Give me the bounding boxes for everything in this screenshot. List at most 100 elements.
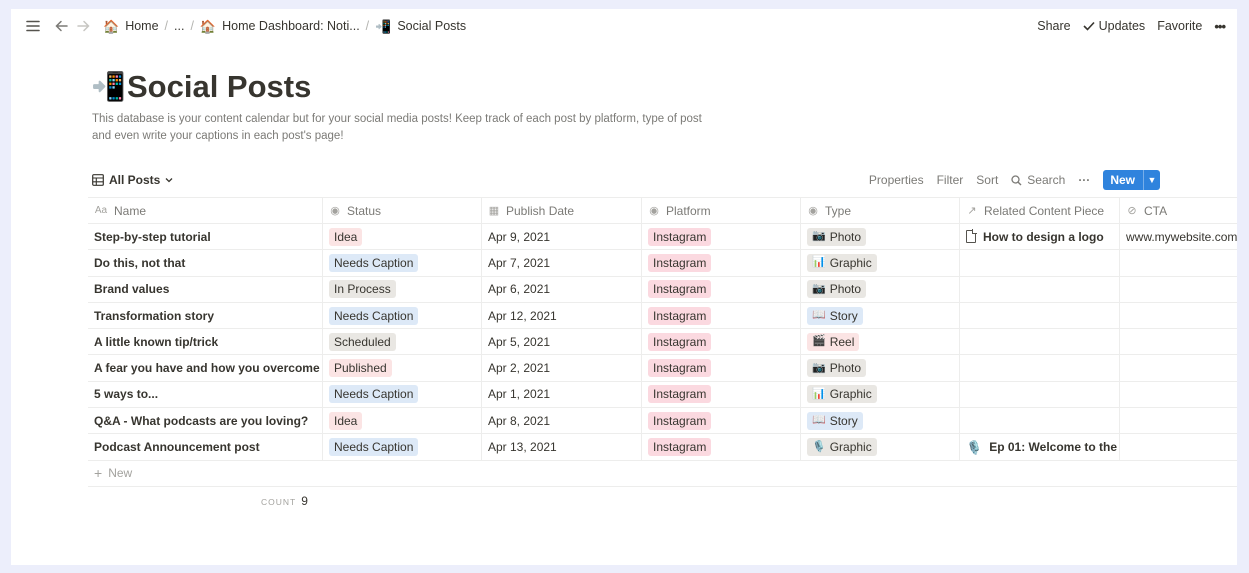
- status-cell[interactable]: Needs Caption: [323, 381, 482, 408]
- type-cell[interactable]: 📖 Story: [801, 302, 960, 329]
- status-cell[interactable]: In Process: [323, 276, 482, 302]
- forward-arrow-icon[interactable]: [73, 16, 93, 36]
- cta-cell[interactable]: www.mywebsite.com/ar: [1120, 224, 1237, 249]
- breadcrumb-home[interactable]: 🏠 Home: [99, 17, 163, 35]
- breadcrumb-home-dashboard[interactable]: 🏠 Home Dashboard: Noti...: [196, 17, 364, 35]
- new-button[interactable]: New ▼: [1103, 170, 1160, 190]
- page-icon[interactable]: 📲: [91, 73, 126, 101]
- favorite-button[interactable]: Favorite: [1157, 19, 1202, 33]
- platform-cell[interactable]: Instagram: [642, 381, 801, 408]
- related-content-cell[interactable]: [960, 276, 1120, 302]
- table-row[interactable]: Brand values In Process Apr 6, 2021 Instagr…: [88, 276, 1237, 303]
- platform-cell[interactable]: Instagram: [642, 434, 801, 460]
- publish-date-cell[interactable]: Apr 1, 2021: [482, 381, 642, 408]
- name-cell[interactable]: A fear you have and how you overcome it: [88, 355, 323, 381]
- publish-date-cell[interactable]: Apr 9, 2021: [482, 224, 642, 250]
- publish-date-cell[interactable]: Apr 12, 2021: [482, 302, 642, 329]
- type-cell[interactable]: 📷 Photo: [801, 224, 960, 250]
- column-header-platform[interactable]: ◉ Platform: [642, 198, 801, 223]
- breadcrumb-social-posts[interactable]: 📲 Social Posts: [371, 17, 470, 35]
- status-cell[interactable]: Published: [323, 355, 482, 381]
- publish-date-cell[interactable]: Apr 5, 2021: [482, 329, 642, 355]
- status-cell[interactable]: Idea: [323, 408, 482, 434]
- sidebar-menu-icon[interactable]: [23, 16, 43, 36]
- column-header-related-content[interactable]: ↗ Related Content Piece: [960, 198, 1120, 223]
- breadcrumb-ellipsis[interactable]: ...: [170, 17, 188, 35]
- column-header-status[interactable]: ◉ Status: [323, 198, 482, 223]
- share-button[interactable]: Share: [1037, 19, 1070, 33]
- publish-date-cell[interactable]: Apr 7, 2021: [482, 250, 642, 276]
- table-row[interactable]: A fear you have and how you overcome it P…: [88, 355, 1237, 382]
- status-cell[interactable]: Needs Caption: [323, 434, 482, 460]
- platform-cell[interactable]: Instagram: [642, 250, 801, 276]
- page-description[interactable]: This database is your content calendar b…: [92, 111, 702, 145]
- name-cell[interactable]: Do this, not that: [88, 250, 323, 276]
- cta-cell[interactable]: [1120, 329, 1237, 354]
- relation-link[interactable]: How to design a logo: [966, 229, 1104, 244]
- name-cell[interactable]: 5 ways to...: [88, 381, 323, 408]
- column-header-name[interactable]: Aa Name: [88, 198, 323, 223]
- type-cell[interactable]: 📷 Photo: [801, 276, 960, 302]
- type-cell[interactable]: 📷 Photo: [801, 355, 960, 381]
- platform-cell[interactable]: Instagram: [642, 224, 801, 250]
- related-content-cell[interactable]: [960, 250, 1120, 276]
- name-cell[interactable]: Step-by-step tutorial: [88, 224, 323, 250]
- platform-cell[interactable]: Instagram: [642, 329, 801, 355]
- cta-cell[interactable]: [1120, 250, 1237, 275]
- platform-cell[interactable]: Instagram: [642, 276, 801, 302]
- cta-cell[interactable]: [1120, 382, 1237, 407]
- name-cell[interactable]: Podcast Announcement post: [88, 434, 323, 460]
- cta-cell[interactable]: [1120, 408, 1237, 433]
- properties-button[interactable]: Properties: [869, 173, 924, 187]
- platform-cell[interactable]: Instagram: [642, 302, 801, 329]
- search-button[interactable]: Search: [1011, 173, 1065, 187]
- publish-date-cell[interactable]: Apr 13, 2021: [482, 434, 642, 460]
- related-content-cell[interactable]: [960, 355, 1120, 381]
- table-row[interactable]: Podcast Announcement post Needs Caption Ap…: [88, 434, 1237, 461]
- type-cell[interactable]: 📊 Graphic: [801, 250, 960, 276]
- page-title[interactable]: Social Posts: [127, 69, 311, 105]
- add-row-button[interactable]: + New: [88, 461, 1237, 487]
- column-header-publish-date[interactable]: ▦ Publish Date: [482, 198, 642, 223]
- status-cell[interactable]: Scheduled: [323, 329, 482, 355]
- status-cell[interactable]: Needs Caption: [323, 302, 482, 329]
- publish-date-cell[interactable]: Apr 6, 2021: [482, 276, 642, 302]
- publish-date-cell[interactable]: Apr 2, 2021: [482, 355, 642, 381]
- related-content-cell[interactable]: [960, 408, 1120, 434]
- status-cell[interactable]: Needs Caption: [323, 250, 482, 276]
- related-content-cell[interactable]: How to design a logo: [960, 224, 1120, 250]
- view-selector[interactable]: All Posts: [92, 173, 173, 187]
- relation-link[interactable]: 🎙️ Ep 01: Welcome to the po: [966, 440, 1119, 454]
- type-cell[interactable]: 🎬 Reel: [801, 329, 960, 355]
- filter-button[interactable]: Filter: [937, 173, 964, 187]
- chevron-down-icon[interactable]: ▼: [1143, 170, 1160, 190]
- cta-cell[interactable]: [1120, 277, 1237, 302]
- table-row[interactable]: A little known tip/trick Scheduled Apr 5, …: [88, 329, 1237, 356]
- column-header-type[interactable]: ◉ Type: [801, 198, 960, 223]
- type-cell[interactable]: 📖 Story: [801, 408, 960, 434]
- type-cell[interactable]: 📊 Graphic: [801, 381, 960, 408]
- status-cell[interactable]: Idea: [323, 224, 482, 250]
- platform-cell[interactable]: Instagram: [642, 355, 801, 381]
- name-cell[interactable]: Brand values: [88, 276, 323, 302]
- count-summary[interactable]: COUNT 9: [261, 494, 308, 508]
- name-cell[interactable]: Transformation story: [88, 302, 323, 329]
- cta-cell[interactable]: [1120, 303, 1237, 328]
- cta-cell[interactable]: [1120, 434, 1237, 459]
- view-more-icon[interactable]: ···: [1078, 173, 1090, 187]
- type-cell[interactable]: 🎙️ Graphic: [801, 434, 960, 460]
- table-row[interactable]: Q&A - What podcasts are you loving? Idea A…: [88, 408, 1237, 435]
- back-arrow-icon[interactable]: [51, 16, 71, 36]
- platform-cell[interactable]: Instagram: [642, 408, 801, 434]
- related-content-cell[interactable]: [960, 302, 1120, 329]
- table-row[interactable]: 5 ways to... Needs Caption Apr 1, 2021 Inst…: [88, 381, 1237, 409]
- column-header-cta[interactable]: ⊘ CTA: [1120, 198, 1237, 223]
- related-content-cell[interactable]: [960, 329, 1120, 355]
- table-row[interactable]: Step-by-step tutorial Idea Apr 9, 2021 Inst…: [88, 224, 1237, 251]
- name-cell[interactable]: A little known tip/trick: [88, 329, 323, 355]
- cta-cell[interactable]: [1120, 355, 1237, 380]
- updates-button[interactable]: Updates: [1083, 19, 1145, 33]
- table-row[interactable]: Transformation story Needs Caption Apr 12,…: [88, 302, 1237, 330]
- related-content-cell[interactable]: 🎙️ Ep 01: Welcome to the po: [960, 434, 1120, 460]
- publish-date-cell[interactable]: Apr 8, 2021: [482, 408, 642, 434]
